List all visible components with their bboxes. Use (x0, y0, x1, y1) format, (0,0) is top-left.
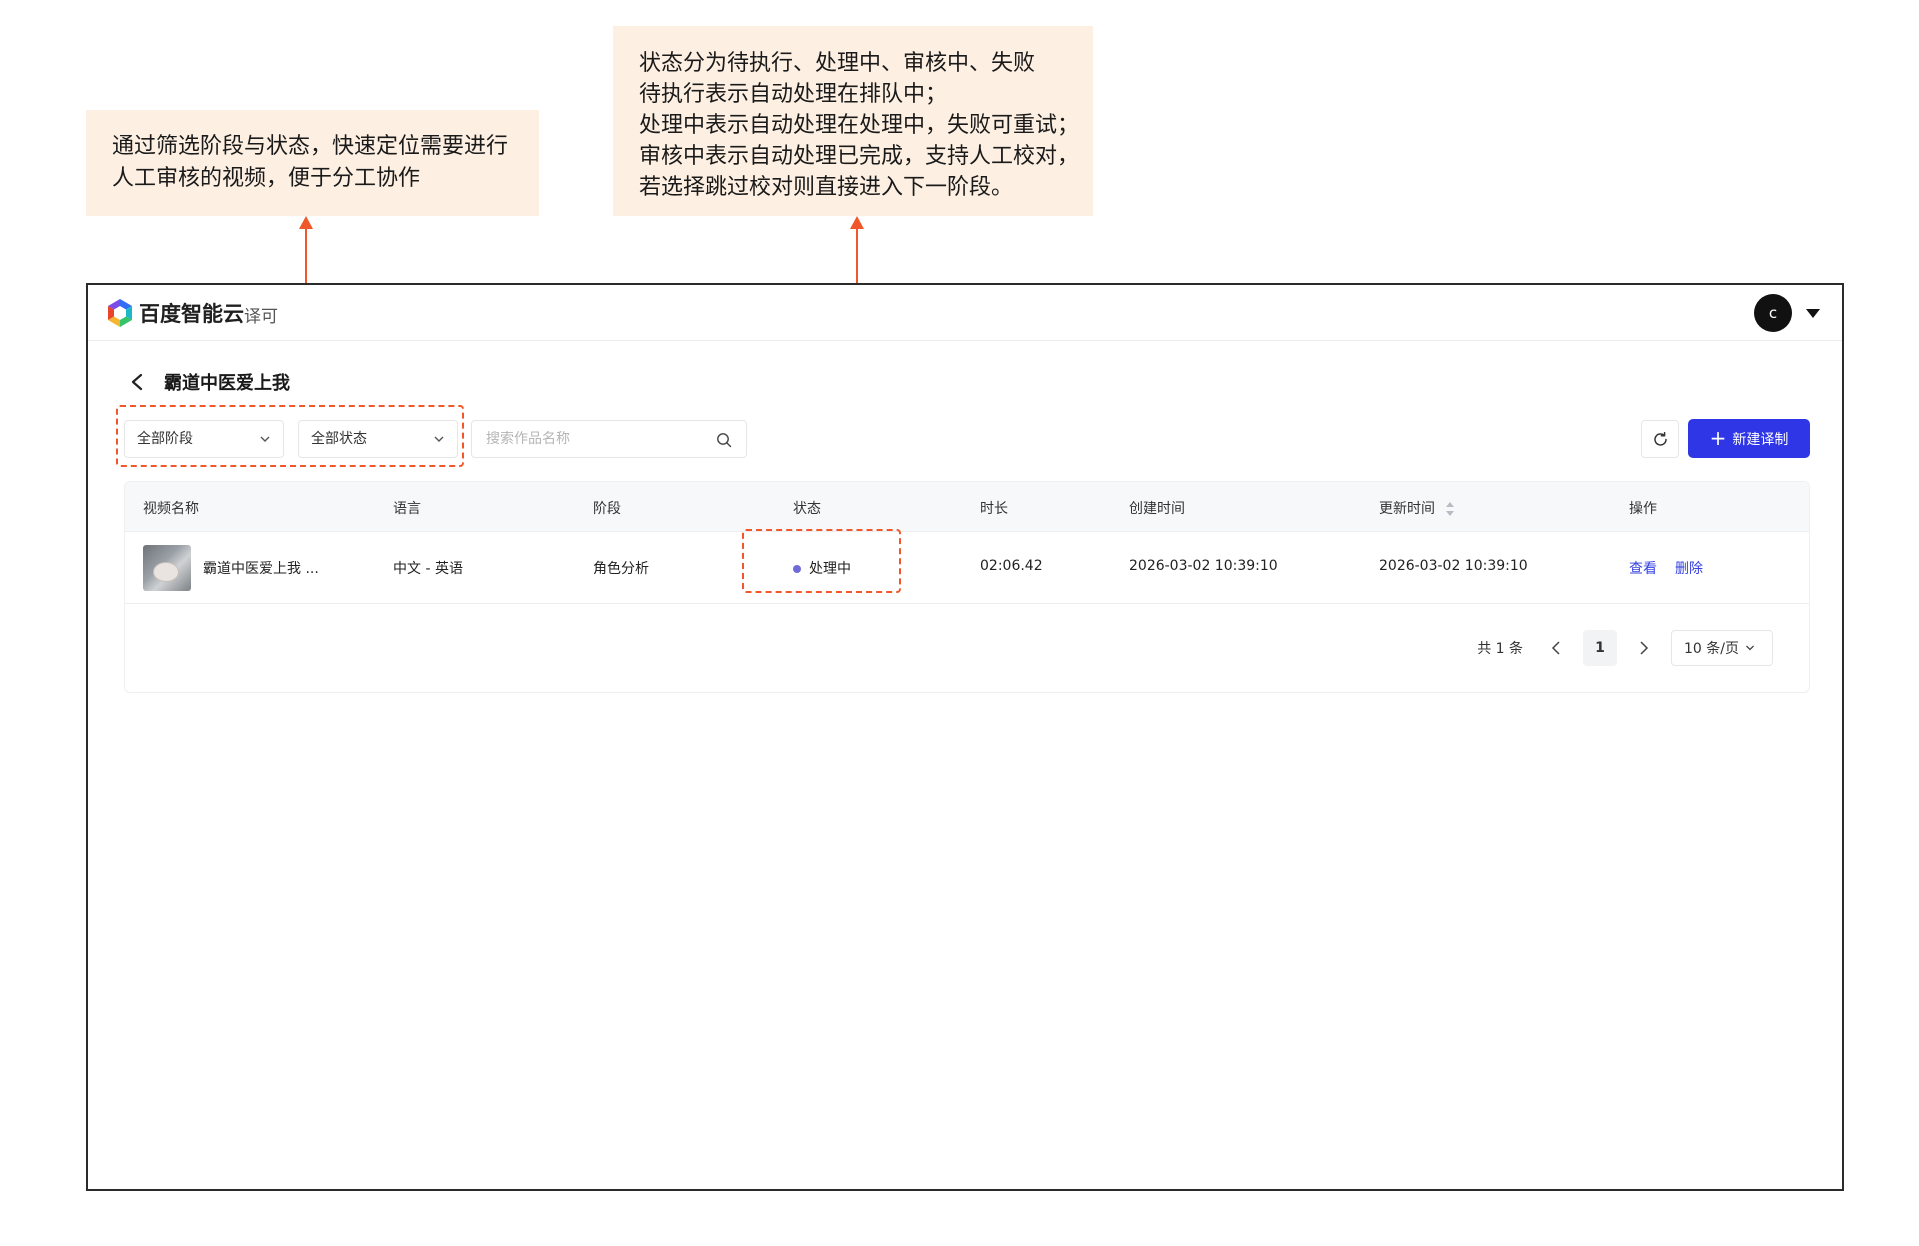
chevron-left-icon (1551, 641, 1560, 655)
baidu-cloud-logo-icon (108, 299, 132, 327)
filter-annotation: 通过筛选阶段与状态，快速定位需要进行 人工审核的视频，便于分工协作 (86, 110, 539, 216)
column-header-updated-label: 更新时间 (1379, 501, 1435, 517)
new-translation-button[interactable]: + 新建译制 (1688, 419, 1810, 458)
annotation-line: 人工审核的视频，便于分工协作 (112, 166, 421, 191)
annotation-line: 处理中表示自动处理在处理中，失败可重试； (639, 113, 1080, 138)
pagination: 共 1 条 1 10 条/页 (1477, 630, 1773, 666)
refresh-button[interactable] (1641, 420, 1679, 458)
user-avatar[interactable]: c (1754, 294, 1792, 332)
next-page-button[interactable] (1629, 633, 1659, 663)
annotation-line: 审核中表示自动处理已完成，支持人工校对， (639, 144, 1080, 169)
video-updated-time: 2026-03-02 10:39:10 (1379, 558, 1528, 574)
pagination-total: 共 1 条 (1477, 641, 1523, 657)
search-icon[interactable] (716, 432, 732, 448)
top-bar: 百度智能云 译可 c (88, 285, 1842, 341)
annotation-line: 若选择跳过校对则直接进入下一阶段。 (639, 175, 1014, 200)
table-header: 视频名称 语言 阶段 状态 时长 创建时间 更新时间 操作 (125, 482, 1809, 532)
page-size-select[interactable]: 10 条/页 (1671, 630, 1773, 666)
row-actions: 查看 删除 (1629, 558, 1721, 578)
chevron-down-icon (1746, 645, 1754, 651)
view-link[interactable]: 查看 (1629, 561, 1657, 577)
column-header-status: 状态 (793, 501, 821, 517)
annotation-line: 通过筛选阶段与状态，快速定位需要进行 (112, 134, 509, 159)
page-title: 霸道中医爱上我 (164, 373, 290, 394)
search-input[interactable] (486, 431, 706, 447)
video-created-time: 2026-03-02 10:39:10 (1129, 558, 1278, 574)
brand-name: 百度智能云 (139, 302, 244, 326)
annotation-line: 待执行表示自动处理在排队中； (639, 82, 948, 107)
column-header-actions: 操作 (1629, 501, 1657, 517)
delete-link[interactable]: 删除 (1675, 561, 1703, 577)
search-box[interactable] (471, 420, 747, 458)
back-arrow-icon[interactable] (130, 373, 144, 391)
page-number-button[interactable]: 1 (1583, 630, 1617, 666)
status-highlight-box (742, 529, 901, 593)
video-stage: 角色分析 (593, 561, 649, 577)
page-size-value: 10 条/页 (1684, 641, 1739, 657)
column-header-language: 语言 (393, 501, 421, 517)
plus-icon: + (1709, 425, 1727, 450)
new-translation-label: 新建译制 (1732, 431, 1789, 448)
thumbnail-image (153, 562, 179, 582)
filter-highlight-box (116, 405, 464, 467)
refresh-icon (1653, 431, 1667, 446)
video-language: 中文 - 英语 (393, 561, 463, 577)
column-header-updated[interactable]: 更新时间 (1379, 498, 1455, 518)
column-header-name: 视频名称 (143, 501, 199, 517)
product-name: 译可 (244, 307, 278, 327)
video-duration: 02:06.42 (980, 558, 1043, 574)
caret-down-icon[interactable] (1806, 309, 1820, 318)
table-row: 霸道中医爱上我 ... 中文 - 英语 角色分析 处理中 02:06.42 20… (125, 532, 1809, 604)
video-thumbnail[interactable] (143, 545, 191, 591)
column-header-stage: 阶段 (593, 501, 621, 517)
video-table: 视频名称 语言 阶段 状态 时长 创建时间 更新时间 操作 霸道中医爱上我 ..… (124, 481, 1810, 693)
annotation-line: 状态分为待执行、处理中、审核中、失败 (639, 51, 1036, 76)
sort-icon[interactable] (1445, 501, 1455, 517)
column-header-duration: 时长 (980, 501, 1008, 517)
column-header-created: 创建时间 (1129, 501, 1185, 517)
status-annotation: 状态分为待执行、处理中、审核中、失败 待执行表示自动处理在排队中； 处理中表示自… (613, 26, 1093, 216)
video-name[interactable]: 霸道中医爱上我 ... (203, 558, 319, 578)
chevron-right-icon (1640, 641, 1649, 655)
prev-page-button[interactable] (1541, 633, 1571, 663)
